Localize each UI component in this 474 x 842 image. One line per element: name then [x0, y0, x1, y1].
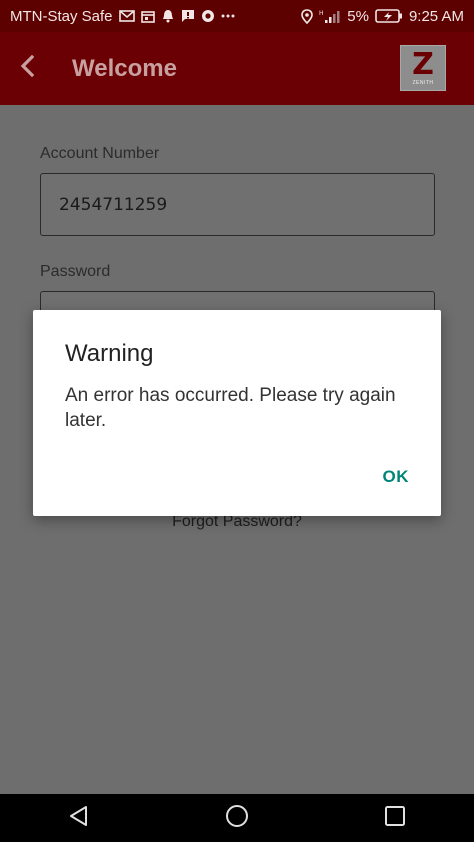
- status-bar: MTN-Stay Safe H 5% 9:25 AM: [0, 0, 474, 32]
- password-label: Password: [40, 263, 111, 280]
- clock: 9:25 AM: [408, 7, 464, 25]
- signal-icon: H: [319, 9, 341, 24]
- nav-recents-button[interactable]: [365, 794, 425, 842]
- logo-text: ZENITH: [412, 80, 434, 86]
- navigation-bar: [0, 794, 474, 842]
- svg-text:H: H: [319, 10, 324, 17]
- battery-percent: 5%: [347, 7, 369, 25]
- circle-home-icon: [225, 804, 249, 833]
- zenith-logo: Z ZENITH: [400, 45, 446, 91]
- account-number-input[interactable]: 2454711259: [40, 173, 435, 236]
- ok-button[interactable]: OK: [383, 467, 410, 487]
- mail-icon: [118, 10, 135, 22]
- nav-back-button[interactable]: [49, 794, 109, 842]
- chat-icon: [181, 9, 195, 23]
- carrier-name: MTN-Stay Safe: [10, 7, 113, 25]
- nav-home-button[interactable]: [207, 794, 267, 842]
- back-arrow-icon: [18, 54, 38, 82]
- back-button[interactable]: [0, 32, 58, 105]
- account-number-label: Account Number: [40, 145, 160, 162]
- dialog-title: Warning: [65, 340, 154, 367]
- dialog-message: An error has occurred. Please try again …: [65, 385, 396, 431]
- more-icon: [221, 14, 235, 18]
- calendar-icon: [140, 10, 155, 23]
- warning-dialog: Warning An error has occurred. Please tr…: [33, 310, 441, 516]
- app-bar: Welcome Z ZENITH: [0, 32, 474, 105]
- chrome-icon: [201, 9, 215, 23]
- square-recents-icon: [384, 805, 406, 832]
- page-title: Welcome: [72, 54, 177, 82]
- location-icon: [301, 8, 314, 24]
- triangle-back-icon: [68, 805, 90, 832]
- battery-icon: [375, 9, 403, 23]
- bell-icon: [161, 9, 175, 23]
- logo-mark: Z: [412, 47, 434, 82]
